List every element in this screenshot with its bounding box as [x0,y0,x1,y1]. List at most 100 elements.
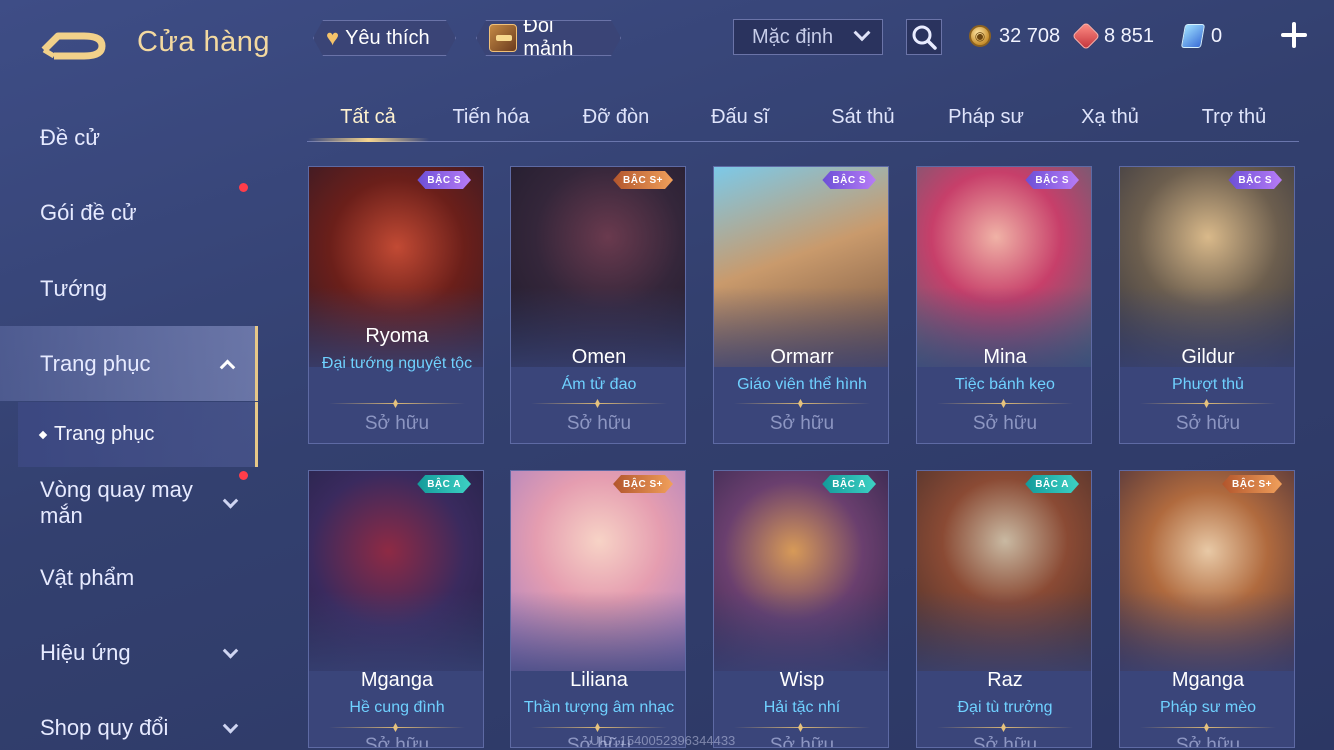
voucher-icon [1180,24,1206,48]
rank-badge: BẬC A [1025,475,1079,493]
search-icon [912,25,937,50]
category-tabs: Tất cả Tiến hóa Đỡ đòn Đấu sĩ Sát thủ Ph… [307,96,1299,142]
skin-card[interactable]: BẬC S Gildur Phượt thủ Sở hữu [1119,166,1295,444]
hero-name: Gildur [1181,346,1235,368]
owned-label: Sở hữu [1175,735,1241,748]
sidebar: Đề cử Gói đề cử Tướng Trang phục Trang p… [0,100,260,750]
sidebar-item-featured-bundles[interactable]: Gói đề cử [0,175,258,250]
hero-name: Omen [571,346,627,368]
skin-name: Phượt thủ [1172,376,1244,393]
tab-marksman[interactable]: Xạ thủ [1055,106,1165,129]
sidebar-item-skins[interactable]: Trang phục [0,326,258,401]
skin-name: Đại tù trưởng [957,699,1053,716]
tab-mage[interactable]: Pháp sư [931,106,1041,129]
chevron-up-icon [219,359,236,375]
chevron-down-icon [222,493,239,509]
owned-label: Sở hữu [769,413,835,434]
tab-all[interactable]: Tất cả [313,106,423,129]
sidebar-item-label: Đề cử [40,124,100,150]
skin-name: Ám tử đao [561,376,637,393]
skin-name: Thần tượng âm nhạc [523,699,675,716]
sidebar-item-label: Vật phẩm [40,564,135,590]
skin-name: Hải tặc nhí [763,699,841,716]
skin-card[interactable]: BẬC S+ Mganga Pháp sư mèo Sở hữu [1119,470,1295,748]
rank-badge: BẬC S [1025,171,1079,189]
owned-label: Sở hữu [972,735,1038,748]
rank-badge: BẬC A [417,475,471,493]
hero-name: Mganga [1171,669,1245,691]
sidebar-item-label: Shop quy đổi [40,714,169,740]
skin-name: Đại tướng nguyệt tộc [321,355,473,372]
skin-card[interactable]: BẬC A Mganga Hề cung đình Sở hữu [308,470,484,748]
ruby-icon [1071,21,1101,51]
back-arrow-icon[interactable] [40,22,108,64]
hero-name: Wisp [779,669,825,691]
rank-badge: BẬC A [822,475,876,493]
owned-label: Sở hữu [566,413,632,434]
tab-assassin[interactable]: Sát thủ [808,106,918,129]
sidebar-item-heroes[interactable]: Tướng [0,251,258,326]
hero-name: Liliana [570,669,628,691]
skin-name: Giáo viên thể hình [737,376,867,393]
chevron-down-icon [853,24,871,42]
divider [734,403,870,404]
rank-badge: BẬC S+ [613,171,673,189]
exchange-label: Đổi mảnh [523,15,574,60]
voucher-amount: 0 [1211,24,1223,47]
top-bar: Cửa hàng ♥ Yêu thích Đổi mảnh Mặc định ◉… [0,0,1334,80]
add-currency-button[interactable] [1281,22,1307,48]
gold-balance: ◉ 32 708 [969,22,1060,50]
divider [937,727,1073,728]
skin-card[interactable]: BẬC A Wisp Hải tặc nhí Sở hữu [713,470,889,748]
sidebar-subitem-label: Trang phục [54,423,155,445]
notification-dot [239,183,248,192]
sidebar-item-label: Gói đề cử [40,199,137,225]
sidebar-item-exchange-shop[interactable]: Shop quy đổi [0,690,258,750]
sort-value: Mặc định [752,25,834,48]
sidebar-item-items[interactable]: Vật phẩm [0,540,258,615]
tab-tank[interactable]: Đỡ đòn [561,106,671,129]
sidebar-item-lucky-wheel[interactable]: Vòng quay may mắn [0,465,258,541]
rank-badge: BẬC S [417,171,471,189]
sidebar-item-label: Vòng quay may mắn [40,477,193,528]
skin-card[interactable]: BẬC A Raz Đại tù trưởng Sở hữu [916,470,1092,748]
skin-card[interactable]: BẬC S+ Omen Ám tử đao Sở hữu [510,166,686,444]
bullet-diamond-icon [38,430,48,439]
skin-card[interactable]: BẬC S Mina Tiệc bánh kẹo Sở hữu [916,166,1092,444]
owned-label: Sở hữu [972,413,1038,434]
sidebar-item-effects[interactable]: Hiệu ứng [0,615,258,690]
rank-badge: BẬC S+ [1222,475,1282,493]
notification-dot [239,471,248,480]
sidebar-subitem-skins[interactable]: Trang phục [18,402,258,467]
divider [1140,403,1276,404]
voucher-balance: 0 [1180,22,1223,50]
divider [329,403,465,404]
divider [531,403,667,404]
sidebar-item-featured[interactable]: Đề cử [0,100,258,175]
exchange-shards-button[interactable]: Đổi mảnh [476,20,621,56]
sort-dropdown[interactable]: Mặc định [733,19,883,55]
hero-name: Ryoma [365,325,429,347]
skin-name: Tiệc bánh kẹo [955,376,1055,393]
skin-card[interactable]: BẬC S+ Liliana Thần tượng âm nhạc Sở hữu [510,470,686,748]
uid-watermark: UID: 1540052396344433 [590,733,736,748]
active-tab-indicator [308,138,429,142]
owned-label: Sở hữu [364,413,430,434]
rank-badge: BẬC S [822,171,876,189]
chevron-down-icon [222,717,239,734]
favorites-button[interactable]: ♥ Yêu thích [313,20,456,56]
search-button[interactable] [906,19,942,55]
tab-fighter[interactable]: Đấu sĩ [685,106,795,129]
chevron-down-icon [222,642,239,659]
owned-label: Sở hữu [364,735,430,748]
ruby-amount: 8 851 [1104,24,1155,47]
skin-name: Hề cung đình [349,699,445,716]
skin-card[interactable]: BẬC S Ryoma Đại tướng nguyệt tộc Sở hữu [308,166,484,444]
hero-name: Raz [987,669,1023,691]
owned-label: Sở hữu [1175,413,1241,434]
skin-card[interactable]: BẬC S Ormarr Giáo viên thể hình Sở hữu [713,166,889,444]
tab-support[interactable]: Trợ thủ [1179,106,1289,129]
chest-icon [489,24,517,52]
tab-evolution[interactable]: Tiến hóa [436,106,546,129]
hero-name: Mganga [360,669,434,691]
